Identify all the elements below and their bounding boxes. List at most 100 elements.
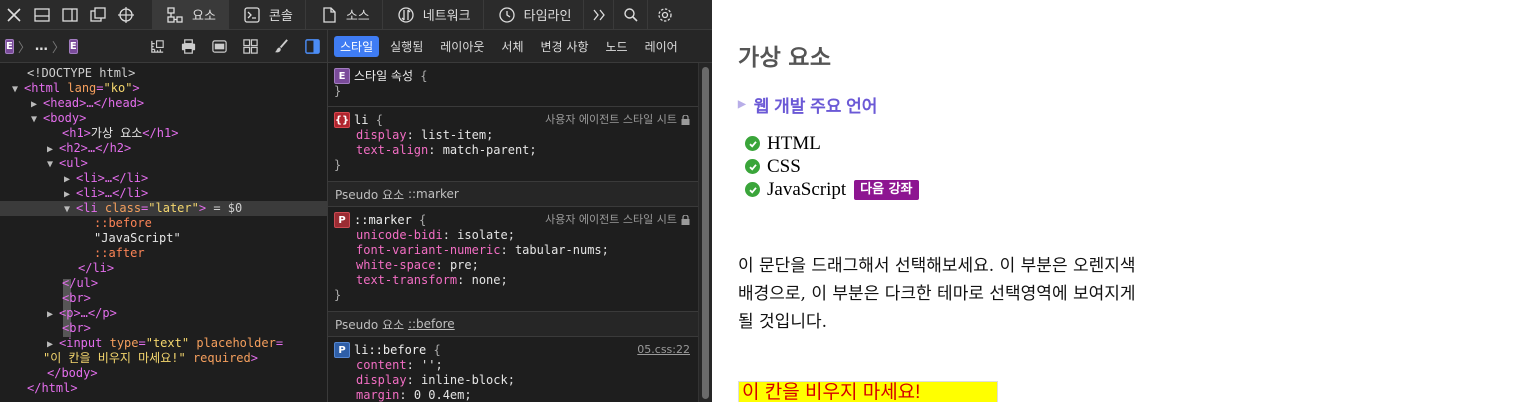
tree-node-p[interactable]: ▶ <p>…</p> bbox=[0, 306, 327, 321]
tab-computed[interactable]: 실행됨 bbox=[384, 36, 429, 57]
disclosure-open-icon[interactable]: ▼ bbox=[47, 157, 59, 172]
tree-node-li[interactable]: ▶ <li>…</li> bbox=[0, 186, 327, 201]
close-icon[interactable] bbox=[0, 0, 28, 29]
tab-timeline[interactable]: 타임라인 bbox=[484, 0, 585, 29]
style-rule-marker[interactable]: P::marker { 사용자 에이전트 스타일 시트 unicode-bidi… bbox=[328, 207, 698, 312]
declaration[interactable]: white-space: pre; bbox=[334, 258, 692, 273]
tab-node[interactable]: 노드 bbox=[600, 36, 634, 57]
tab-fonts[interactable]: 서체 bbox=[495, 36, 529, 57]
declaration[interactable]: unicode-bidi: isolate; bbox=[334, 228, 692, 243]
disclosure-closed-icon[interactable]: ▶ bbox=[47, 307, 59, 322]
li-close-tag: </li> bbox=[78, 261, 115, 275]
attr-name: placeholder bbox=[196, 336, 276, 350]
tree-node-br[interactable]: <br> bbox=[0, 291, 327, 306]
element-badge[interactable]: E bbox=[68, 38, 78, 54]
paintbrush-icon[interactable] bbox=[266, 35, 297, 57]
tab-elements[interactable]: 요소 bbox=[152, 0, 229, 29]
appearance-icon[interactable] bbox=[204, 35, 235, 57]
style-rule-li-before[interactable]: Pli::before { 05.css:22 content: ''; dis… bbox=[328, 337, 698, 402]
section-name[interactable]: ::before bbox=[408, 317, 455, 331]
tree-node-h2[interactable]: ▶ <h2>…</h2> bbox=[0, 141, 327, 156]
dock-right-icon[interactable] bbox=[56, 0, 84, 29]
page-title: 가상 요소 bbox=[738, 44, 832, 70]
tree-node-input[interactable]: ▶ <input type="text" placeholder= bbox=[0, 336, 327, 351]
language-list: HTML CSS JavaScript 다음 강좌 bbox=[745, 132, 919, 201]
doctype-text: <!DOCTYPE html> bbox=[27, 66, 136, 80]
tree-node-head[interactable]: ▶ <head>…</head> bbox=[0, 96, 327, 111]
declaration[interactable]: text-transform: none; bbox=[334, 273, 692, 288]
tag-name: input bbox=[66, 336, 103, 350]
tree-node-after[interactable]: ::after bbox=[0, 246, 327, 261]
pseudo-badge: P bbox=[334, 342, 350, 358]
disclosure-triangle-icon[interactable]: ▶ bbox=[738, 99, 746, 110]
crosshair-icon[interactable] bbox=[112, 0, 140, 29]
element-badge[interactable]: E bbox=[5, 38, 14, 54]
tab-layers[interactable]: 레이어 bbox=[639, 36, 684, 57]
tab-styles[interactable]: 스타일 bbox=[334, 35, 380, 57]
style-rule-li[interactable]: {} li { 사용자 에이전트 스타일 시트 display: list-ite… bbox=[328, 107, 698, 182]
dock-bottom-icon[interactable] bbox=[28, 0, 56, 29]
print-icon[interactable] bbox=[173, 35, 204, 57]
tab-layout[interactable]: 레이아웃 bbox=[434, 36, 490, 57]
tree-node-doctype[interactable]: <!DOCTYPE html> bbox=[0, 66, 327, 81]
disclosure-closed-icon[interactable]: ▶ bbox=[47, 142, 59, 157]
tab-changes[interactable]: 변경 사항 bbox=[535, 36, 595, 57]
declaration[interactable]: font-variant-numeric: tabular-nums; bbox=[334, 243, 692, 258]
section-header-marker[interactable]: Pseudo 요소 ::marker bbox=[328, 182, 698, 207]
later-badge: 다음 강좌 bbox=[854, 179, 919, 200]
disclosure-closed-icon[interactable]: ▶ bbox=[64, 172, 76, 187]
tree-node-text[interactable]: "JavaScript" bbox=[0, 231, 327, 246]
declaration[interactable]: text-align: match-parent; bbox=[334, 143, 692, 158]
checkmark-icon bbox=[745, 136, 760, 151]
declaration[interactable]: content: ''; bbox=[334, 358, 692, 373]
more-tabs-icon[interactable] bbox=[584, 0, 615, 29]
search-icon[interactable] bbox=[614, 0, 649, 29]
tree-node-html-close[interactable]: </html> bbox=[0, 381, 327, 396]
tree-node-ul-close[interactable]: </ul> bbox=[0, 276, 327, 291]
declaration[interactable]: display: list-item; bbox=[334, 128, 692, 143]
tree-node-html[interactable]: ▼ <html lang="ko"> bbox=[0, 81, 327, 96]
tree-node-h1[interactable]: <h1>가상 요소</h1> bbox=[0, 126, 327, 141]
tab-network[interactable]: 네트워크 bbox=[383, 0, 484, 29]
tree-node-ul[interactable]: ▼ <ul> bbox=[0, 156, 327, 171]
tab-label: 콘솔 bbox=[268, 9, 293, 24]
sidebar-toggle-icon[interactable] bbox=[297, 35, 328, 57]
disclosure-closed-icon[interactable]: ▶ bbox=[64, 187, 76, 202]
disclosure-closed-icon[interactable]: ▶ bbox=[31, 97, 43, 112]
source-link[interactable]: 05.css:22 bbox=[637, 342, 690, 357]
tree-node-li[interactable]: ▶ <li>…</li> bbox=[0, 171, 327, 186]
tree-node-li-close[interactable]: </li> bbox=[0, 261, 327, 276]
h1-close-tag: </h1> bbox=[142, 126, 179, 140]
undock-icon[interactable] bbox=[84, 0, 112, 29]
breadcrumb-ellipsis[interactable]: … bbox=[35, 39, 48, 54]
tab-console[interactable]: 콘솔 bbox=[229, 0, 306, 29]
summary-label: 웹 개발 주요 언어 bbox=[753, 97, 878, 116]
layout-ruler-icon[interactable] bbox=[142, 35, 173, 57]
tree-node-br[interactable]: <br> bbox=[0, 321, 327, 336]
style-rule-inline[interactable]: E 스타일 속성 { } bbox=[328, 63, 698, 107]
tree-node-body[interactable]: ▼ <body> bbox=[0, 111, 327, 126]
selectable-paragraph[interactable]: 이 문단을 드래그해서 선택해보세요. 이 부분은 오렌지색 배경으로, 이 부… bbox=[738, 252, 1148, 336]
gear-icon[interactable] bbox=[648, 0, 682, 29]
disclosure-open-icon[interactable]: ▼ bbox=[31, 112, 43, 127]
attr-value: "text" bbox=[145, 336, 190, 350]
tree-node-input-cont[interactable]: "이 칸을 비우지 마세요!" required> bbox=[0, 351, 327, 366]
required-text-input[interactable] bbox=[738, 381, 998, 402]
declaration[interactable]: margin: 0 0.4em; bbox=[334, 388, 692, 402]
styles-scrollbar[interactable] bbox=[698, 63, 712, 402]
tree-node-li-selected[interactable]: ▼ <li class="later"> = $0 bbox=[0, 201, 327, 216]
disclosure-open-icon[interactable]: ▼ bbox=[12, 82, 24, 97]
tree-node-before[interactable]: ::before bbox=[0, 216, 327, 231]
tree-node-body-close[interactable]: </body> bbox=[0, 366, 327, 381]
section-header-before[interactable]: Pseudo 요소 ::before bbox=[328, 312, 698, 337]
tab-sources[interactable]: 소스 bbox=[306, 0, 383, 29]
scrollbar-thumb[interactable] bbox=[702, 67, 709, 399]
li-tag: <li>…</li> bbox=[76, 186, 149, 200]
disclosure-closed-icon[interactable]: ▶ bbox=[47, 337, 59, 352]
disclosure-open-icon[interactable]: ▼ bbox=[64, 202, 76, 217]
details-summary[interactable]: ▶ 웹 개발 주요 언어 bbox=[738, 92, 877, 117]
attr-value: "later" bbox=[148, 201, 199, 215]
declaration[interactable]: display: inline-block; bbox=[334, 373, 692, 388]
grid-icon[interactable] bbox=[235, 35, 266, 57]
